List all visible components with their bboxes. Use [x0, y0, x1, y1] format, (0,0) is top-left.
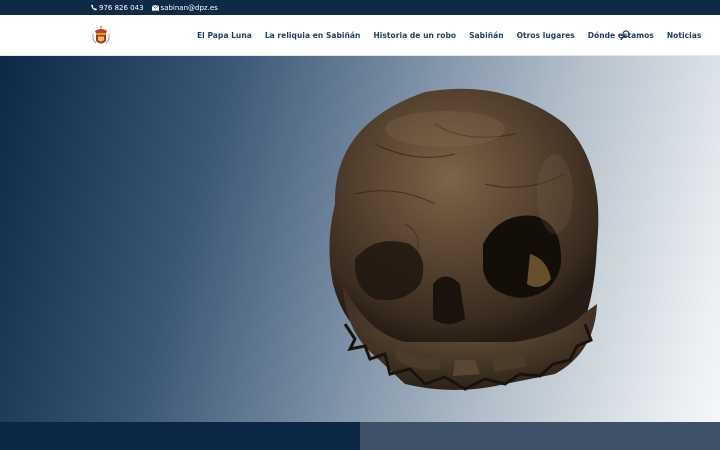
nav-sabinan[interactable]: Sabiñán	[469, 31, 504, 40]
nav-otros-lugares[interactable]: Otros lugares	[517, 31, 575, 40]
coat-of-arms-logo[interactable]	[91, 24, 111, 48]
email-address: sabinan@dpz.es	[160, 3, 218, 12]
envelope-icon	[151, 4, 159, 11]
hero-banner	[0, 56, 720, 422]
nav-el-papa-luna[interactable]: El Papa Luna	[197, 31, 252, 40]
phone-number: 976 826 043	[99, 3, 144, 12]
nav-la-reliquia-en-sabinan[interactable]: La reliquia en Sabiñán	[265, 31, 361, 40]
site-header: El Papa Luna La reliquia en Sabiñán Hist…	[0, 15, 720, 56]
skull-relic-image	[329, 88, 599, 391]
phone-contact[interactable]: 976 826 043	[91, 4, 144, 12]
nav-historia-de-un-robo[interactable]: Historia de un robo	[373, 31, 456, 40]
search-icon[interactable]	[620, 30, 630, 41]
top-bar: 976 826 043 sabinan@dpz.es	[0, 0, 720, 15]
email-contact[interactable]: sabinan@dpz.es	[151, 3, 218, 12]
bottom-panel-left	[0, 422, 360, 450]
phone-icon	[91, 4, 97, 11]
nav-noticias[interactable]: Noticias	[667, 31, 702, 40]
bottom-panel-right	[360, 422, 720, 450]
